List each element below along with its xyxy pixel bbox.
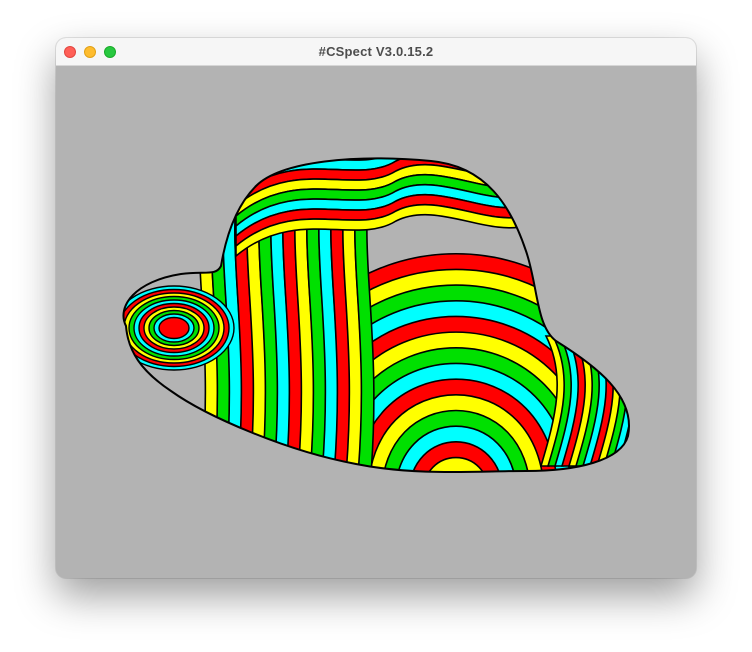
emulator-window: #CSpect V3.0.15.2 [56,38,696,578]
brim-stripe [158,316,190,340]
window-title: #CSpect V3.0.15.2 [318,44,434,59]
screen-canvas [56,66,696,578]
emulator-screen[interactable] [56,66,696,578]
title-bar[interactable]: #CSpect V3.0.15.2 [56,38,696,66]
